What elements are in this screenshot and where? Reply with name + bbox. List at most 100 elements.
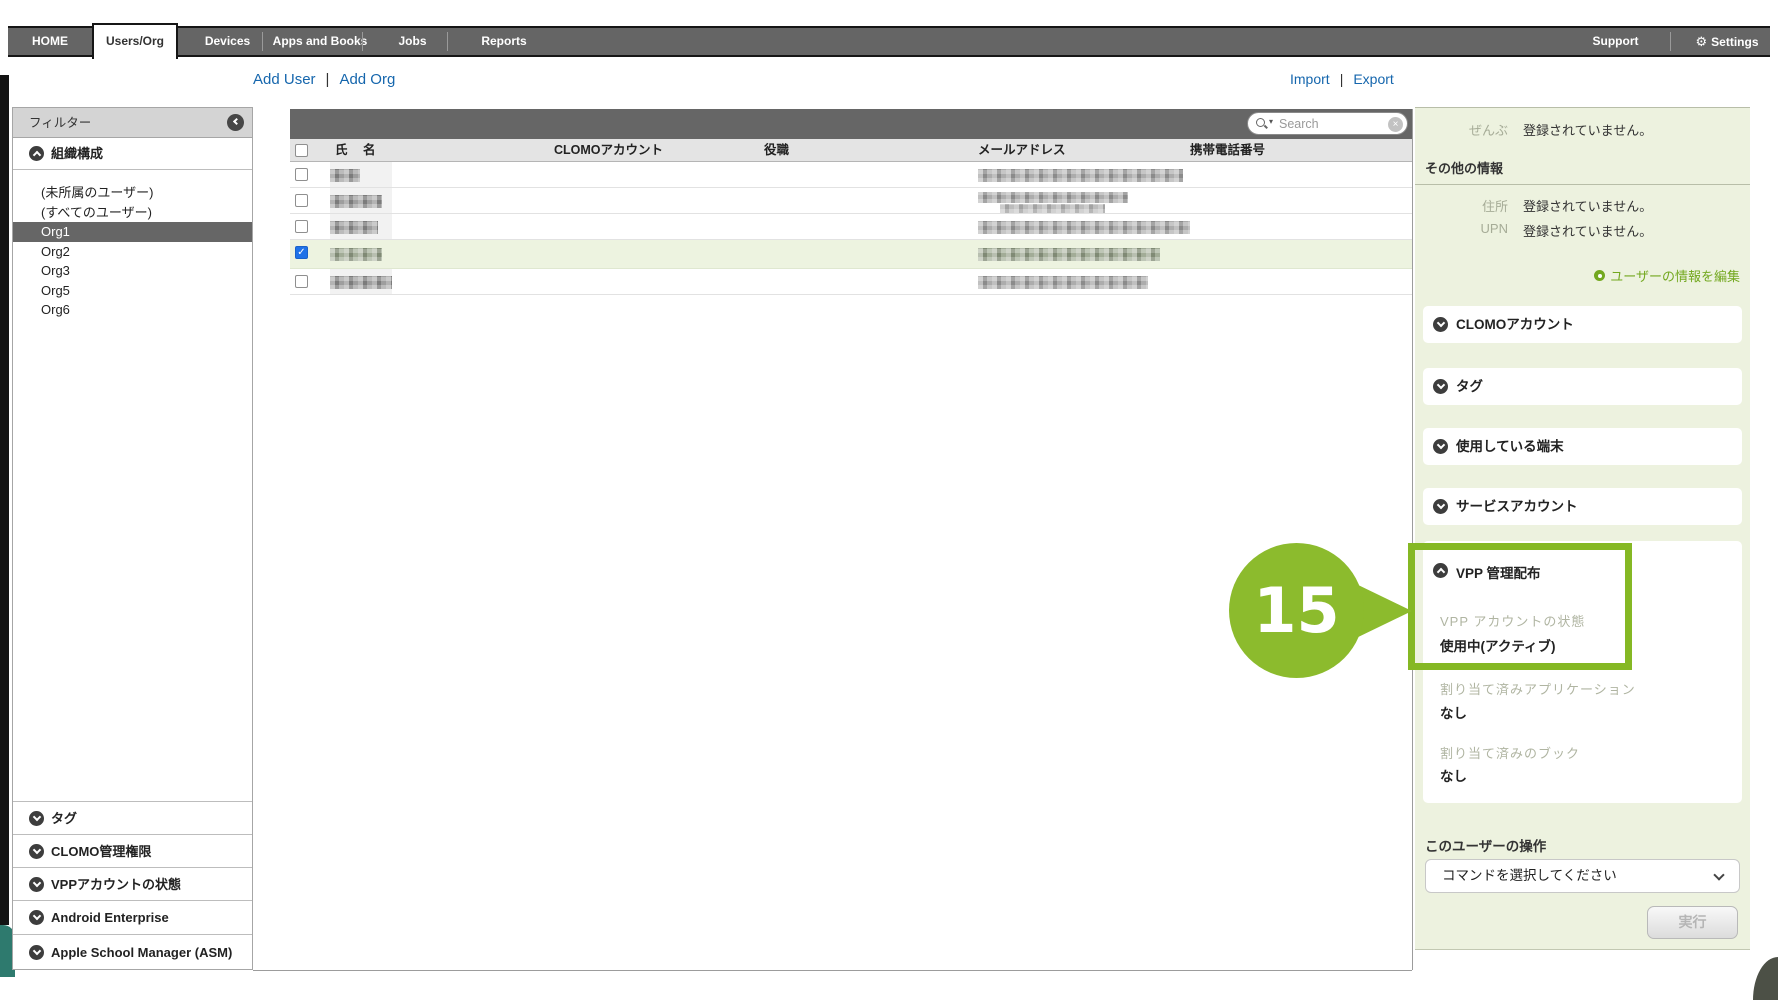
- filter-item-tags[interactable]: タグ: [13, 801, 252, 834]
- filter-item-vpp-status[interactable]: VPPアカウントの状態: [13, 867, 252, 900]
- org-item-all-users[interactable]: (すべてのユーザー): [13, 203, 252, 223]
- upn-value: 登録されていません。: [1523, 221, 1652, 240]
- org-item-org1-selected[interactable]: Org1: [13, 222, 252, 242]
- redacted-email: [978, 169, 1183, 182]
- tab-home[interactable]: HOME: [8, 28, 92, 55]
- chevron-up-circle-icon[interactable]: [1433, 563, 1448, 578]
- vpp-section-title[interactable]: VPP 管理配布: [1456, 562, 1541, 582]
- user-detail-panel: ぜんぶ 登録されていません。 その他の情報 住所 登録されていません。 UPN …: [1415, 107, 1750, 950]
- col-role[interactable]: 役職: [764, 139, 789, 162]
- row-checkbox[interactable]: [295, 220, 308, 233]
- tab-jobs[interactable]: Jobs: [370, 28, 455, 55]
- import-link[interactable]: Import: [1290, 71, 1330, 91]
- search-clear-icon[interactable]: ×: [1388, 117, 1403, 132]
- filter-item-android-enterprise[interactable]: Android Enterprise: [13, 900, 252, 934]
- gear-icon: ⚙: [1696, 34, 1708, 49]
- clomo-panel-page: HOME Devices Apps and Books Jobs Reports…: [0, 0, 1778, 1000]
- col-clomo-account[interactable]: CLOMOアカウント: [554, 139, 663, 162]
- tab-apps-and-books[interactable]: Apps and Books: [270, 28, 370, 55]
- table-row[interactable]: [290, 162, 1412, 188]
- search-input[interactable]: [1279, 114, 1379, 133]
- row-checkbox[interactable]: [295, 194, 308, 207]
- content-bottom-border: [253, 970, 1412, 971]
- settings-link[interactable]: ⚙Settings: [1684, 28, 1770, 55]
- vpp-apps-value: なし: [1440, 702, 1467, 722]
- background-edge: [0, 75, 9, 925]
- filter-title: フィルター: [29, 108, 91, 138]
- annotation-step-badge: 15: [1229, 543, 1364, 678]
- table-row[interactable]: [290, 214, 1412, 240]
- filter-item-asm[interactable]: Apple School Manager (ASM): [13, 934, 252, 970]
- chevron-up-circle-icon: [29, 146, 44, 161]
- accordion-tags[interactable]: タグ: [1423, 368, 1742, 405]
- import-export-links: Import | Export: [1290, 71, 1394, 91]
- chevron-down-circle-icon: [1433, 379, 1448, 394]
- collapse-sidebar-button[interactable]: [227, 114, 244, 131]
- tab-reports[interactable]: Reports: [455, 28, 553, 55]
- add-org-link[interactable]: Add Org: [339, 71, 395, 91]
- command-select-value: コマンドを選択してください: [1442, 860, 1617, 892]
- command-select[interactable]: コマンドを選択してください: [1425, 859, 1740, 893]
- row-checkbox[interactable]: [295, 275, 308, 288]
- nav-divider: [362, 32, 363, 51]
- chevron-down-circle-icon: [29, 877, 44, 892]
- col-mobile[interactable]: 携帯電話番号: [1190, 139, 1265, 162]
- accordion-service-account[interactable]: サービスアカウント: [1423, 488, 1742, 525]
- filter-header: フィルター: [13, 108, 252, 138]
- support-link[interactable]: Support: [1553, 28, 1678, 55]
- other-info-title: その他の情報: [1425, 158, 1503, 177]
- tab-devices[interactable]: Devices: [185, 28, 270, 55]
- nav-divider: [447, 32, 448, 51]
- furigana-row: ぜんぶ 登録されていません。: [1415, 120, 1750, 136]
- edit-user-info-label: ユーザーの情報を編集: [1610, 266, 1740, 285]
- execute-button[interactable]: 実行: [1647, 906, 1738, 939]
- user-table-body: ✓: [290, 162, 1412, 295]
- col-email[interactable]: メールアドレス: [978, 139, 1066, 162]
- tab-users-org-active[interactable]: Users/Org: [92, 23, 178, 59]
- org-item-org6[interactable]: Org6: [13, 300, 252, 320]
- accordion-devices-in-use[interactable]: 使用している端末: [1423, 428, 1742, 465]
- redacted-name: [330, 169, 360, 182]
- export-link[interactable]: Export: [1353, 71, 1393, 91]
- org-item-org5[interactable]: Org5: [13, 281, 252, 301]
- vpp-books-label: 割り当て済みのブック: [1440, 743, 1580, 762]
- user-operations-title: このユーザーの操作: [1425, 835, 1546, 855]
- org-item-org3[interactable]: Org3: [13, 261, 252, 281]
- org-item-org2[interactable]: Org2: [13, 242, 252, 262]
- org-structure-section[interactable]: 組織構成: [13, 138, 252, 170]
- edit-user-info-link[interactable]: ユーザーの情報を編集: [1594, 266, 1740, 285]
- top-navbar: HOME Devices Apps and Books Jobs Reports…: [8, 26, 1770, 57]
- chevron-down-circle-icon: [29, 811, 44, 826]
- table-row[interactable]: [290, 269, 1412, 295]
- redacted-email: [978, 276, 1148, 289]
- accordion-label: タグ: [1456, 368, 1483, 405]
- col-last-name[interactable]: 氏: [335, 139, 348, 162]
- background-corner-shape: [1753, 957, 1778, 1000]
- vpp-apps-label: 割り当て済みアプリケーション: [1440, 679, 1636, 698]
- filter-item-clomo-admin[interactable]: CLOMO管理権限: [13, 834, 252, 867]
- settings-label: Settings: [1711, 35, 1758, 49]
- search-box[interactable]: ▾ ×: [1247, 112, 1408, 135]
- filter-sidebar: フィルター 組織構成 (未所属のユーザー) (すべてのユーザー) Org1 Or…: [12, 107, 253, 970]
- select-all-checkbox[interactable]: [295, 144, 308, 157]
- address-label: 住所: [1415, 196, 1508, 215]
- address-row: 住所 登録されていません。: [1415, 196, 1750, 212]
- accordion-label: CLOMOアカウント: [1456, 306, 1574, 343]
- chevron-down-circle-icon: [1433, 439, 1448, 454]
- redacted-name: [330, 195, 382, 208]
- add-user-link[interactable]: Add User: [253, 71, 316, 91]
- filter-label: Android Enterprise: [51, 901, 169, 935]
- accordion-clomo-account[interactable]: CLOMOアカウント: [1423, 306, 1742, 343]
- redacted-email: [978, 192, 1128, 203]
- link-separator: |: [1340, 71, 1344, 91]
- table-row-selected[interactable]: ✓: [290, 240, 1412, 269]
- table-row[interactable]: [290, 188, 1412, 214]
- search-scope-caret-icon[interactable]: ▾: [1269, 117, 1273, 126]
- filter-label: Apple School Manager (ASM): [51, 935, 232, 971]
- org-item-unassigned[interactable]: (未所属のユーザー): [13, 183, 252, 203]
- redacted-email: [978, 248, 1160, 261]
- row-checkbox[interactable]: [295, 168, 308, 181]
- chevron-left-icon: [232, 118, 239, 125]
- col-first-name[interactable]: 名: [363, 139, 376, 162]
- row-checkbox-checked[interactable]: ✓: [295, 246, 308, 259]
